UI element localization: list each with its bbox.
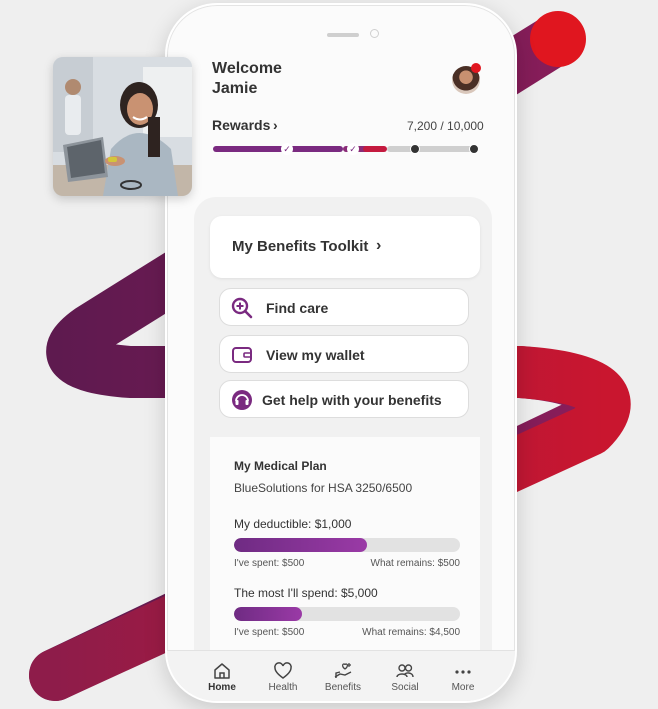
- home-icon: [214, 663, 230, 679]
- deductible-progress-fill: [234, 538, 368, 552]
- tab-health-label: Health: [268, 682, 298, 693]
- welcome-line: Welcome: [212, 60, 282, 77]
- tab-home[interactable]: Home: [192, 651, 252, 701]
- tab-social-label: Social: [391, 682, 419, 693]
- search-plus-icon: [231, 297, 253, 319]
- tab-benefits-label: Benefits: [324, 682, 362, 693]
- deductible-label: My deductible: $1,000: [234, 517, 352, 531]
- view-wallet-button[interactable]: View my wallet: [219, 335, 469, 373]
- max-spend-progress-fill: [234, 607, 302, 621]
- deductible-progress-bar: [234, 538, 460, 552]
- milestone-dot-icon: [410, 144, 420, 154]
- max-spend-label: The most I'll spend: $5,000: [234, 586, 378, 600]
- rewards-segment-remaining: [387, 146, 479, 152]
- phone-camera: [370, 29, 379, 38]
- tab-home-label: Home: [208, 682, 236, 693]
- rewards-chevron-icon[interactable]: ›: [273, 117, 278, 133]
- max-spend-spent: I've spent: $500: [234, 627, 305, 638]
- people-icon: [396, 664, 414, 678]
- bottom-tab-bar: Home Health Benefits Social More: [167, 650, 515, 701]
- milestone-check-icon: ✓: [281, 143, 293, 155]
- deductible-remaining: What remains: $500: [370, 558, 461, 569]
- headset-icon: [232, 390, 252, 410]
- phone-speaker: [327, 33, 359, 37]
- max-spend-remaining: What remains: $4,500: [362, 627, 460, 638]
- woman-with-laptop-illustration: [53, 57, 192, 196]
- member-photo: [53, 57, 192, 196]
- toolkit-title: My Benefits Toolkit: [232, 238, 369, 255]
- medical-plan-title: My Medical Plan: [234, 459, 327, 473]
- tab-benefits[interactable]: Benefits: [313, 651, 373, 701]
- heart-icon: [274, 662, 292, 679]
- hand-heart-icon: [334, 663, 352, 678]
- max-spend-progress-bar: [234, 607, 460, 621]
- tab-health[interactable]: Health: [253, 651, 313, 701]
- toolkit-chevron-icon: ›: [376, 237, 382, 254]
- rewards-link[interactable]: Rewards: [212, 117, 270, 133]
- rewards-points: 7,200 / 10,000: [407, 119, 484, 133]
- wallet-icon: [232, 347, 252, 363]
- medical-plan-card[interactable]: My Medical Plan BlueSolutions for HSA 32…: [210, 437, 480, 652]
- welcome-heading: Welcome Jamie: [212, 59, 282, 99]
- find-care-label: Find care: [266, 300, 329, 316]
- milestone-check-icon: ✓: [347, 143, 359, 155]
- medical-plan-name: BlueSolutions for HSA 3250/6500: [234, 481, 413, 495]
- tab-more[interactable]: More: [433, 651, 493, 701]
- find-care-button[interactable]: Find care: [219, 288, 469, 326]
- notification-dot: [471, 63, 481, 73]
- get-help-button[interactable]: Get help with your benefits: [219, 380, 469, 418]
- rewards-segment-current: [363, 146, 387, 152]
- more-dots-icon: [455, 670, 471, 674]
- phone-frame: Welcome Jamie Rewards › 7,200 / 10,000 ✓…: [165, 3, 517, 703]
- deductible-spent: I've spent: $500: [234, 558, 305, 569]
- toolkit-card[interactable]: My Benefits Toolkit ›: [210, 216, 480, 278]
- rewards-segment-complete: [213, 146, 343, 152]
- tab-social[interactable]: Social: [375, 651, 435, 701]
- milestone-dot-icon: [469, 144, 479, 154]
- tab-more-label: More: [451, 682, 475, 693]
- view-wallet-label: View my wallet: [266, 347, 365, 363]
- get-help-label: Get help with your benefits: [262, 392, 442, 408]
- rewards-progress-bar: ✓ ✓: [213, 143, 479, 155]
- user-name: Jamie: [212, 80, 258, 97]
